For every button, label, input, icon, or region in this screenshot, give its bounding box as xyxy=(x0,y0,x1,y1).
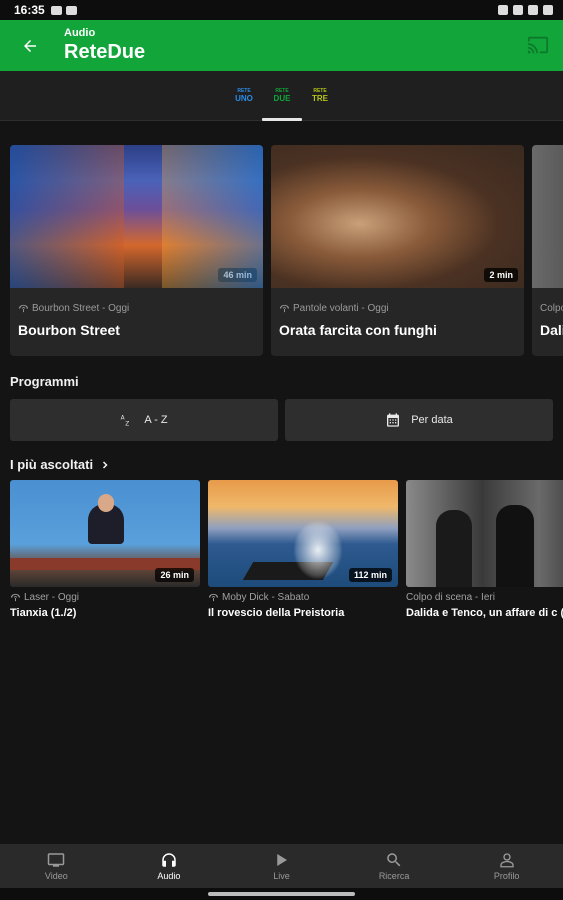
popular-card[interactable]: 15 Colpo di scena - Ieri Dalida e Tenco,… xyxy=(406,480,563,621)
duration-badge: 46 min xyxy=(218,268,257,282)
per-data-button[interactable]: Per data xyxy=(285,399,553,441)
battery-icon xyxy=(543,5,553,15)
status-bar: 16:35 xyxy=(0,0,563,20)
popular-image: 15 xyxy=(406,480,563,587)
featured-meta: Bourbon Street - Oggi xyxy=(18,303,129,314)
nav-audio[interactable]: Audio xyxy=(113,844,226,888)
nav-label: Ricerca xyxy=(378,871,410,881)
featured-title: Bourbon Street xyxy=(18,322,120,338)
popular-heading-link[interactable]: I più ascoltati xyxy=(10,457,111,472)
podcast-icon xyxy=(279,304,290,313)
popular-meta: Moby Dick - Sabato xyxy=(208,592,398,603)
popular-meta: Laser - Oggi xyxy=(10,592,200,603)
notification-icon xyxy=(50,5,62,15)
featured-meta: Pantole volanti - Oggi xyxy=(279,303,389,314)
svg-text:Z: Z xyxy=(126,421,130,427)
calendar-icon xyxy=(387,413,400,427)
image-detail xyxy=(436,510,472,587)
search-icon xyxy=(387,853,401,867)
nav-label: Audio xyxy=(157,871,181,881)
featured-meta-text: Bourbon Street - Oggi xyxy=(32,303,130,314)
arrow-left-icon xyxy=(24,39,36,52)
podcast-icon xyxy=(18,304,29,313)
tab-indicator xyxy=(262,118,302,121)
featured-title: Orata farcita con funghi xyxy=(279,322,437,338)
cast-icon[interactable] xyxy=(527,34,549,56)
featured-image: 2 min xyxy=(271,145,524,288)
popular-card[interactable]: 112 min Moby Dick - Sabato Il rovescio d… xyxy=(208,480,398,621)
nav-live[interactable]: Live xyxy=(225,844,338,888)
status-time: 16:35 xyxy=(14,3,45,17)
podcast-icon xyxy=(208,593,219,602)
nav-label: Live xyxy=(273,871,290,881)
az-button-label: A - Z xyxy=(144,414,168,426)
play-icon xyxy=(277,854,288,866)
app-title: ReteDue xyxy=(64,41,146,63)
svg-text:A: A xyxy=(121,415,125,421)
popular-card[interactable]: 26 min Laser - Oggi Tianxia (1./2) xyxy=(10,480,200,621)
image-detail xyxy=(98,494,114,512)
popular-meta-text: Laser - Oggi xyxy=(24,592,80,603)
popular-image: 26 min xyxy=(10,480,200,587)
popular-heading: I più ascoltati xyxy=(10,457,94,472)
status-icons xyxy=(498,5,553,15)
channel-tabs: RETE UNO RETE DUE RETE TRE xyxy=(0,71,563,121)
gesture-area xyxy=(0,888,563,900)
popular-title: Tianxia (1./2) xyxy=(10,607,77,619)
bottom-navigation: Video Audio Live Ricerca Profilo xyxy=(0,844,563,888)
programmi-heading: Programmi xyxy=(10,374,79,389)
image-detail xyxy=(293,520,343,580)
tab-retetre[interactable]: RETE TRE xyxy=(309,88,331,105)
nav-label: Video xyxy=(44,871,68,881)
nav-ricerca[interactable]: Ricerca xyxy=(338,844,451,888)
popular-meta: Colpo di scena - Ieri xyxy=(406,592,563,603)
wifi-icon xyxy=(528,5,538,15)
headphones-icon xyxy=(162,853,176,867)
popular-meta-text: Moby Dick - Sabato xyxy=(222,592,310,603)
home-gesture-bar[interactable] xyxy=(208,892,355,896)
featured-card[interactable]: 46 min Bourbon Street - Oggi Bourbon Str… xyxy=(10,145,263,356)
az-button[interactable]: A Z A - Z xyxy=(10,399,278,441)
duration-badge: 26 min xyxy=(155,568,194,582)
popular-image: 112 min xyxy=(208,480,398,587)
channel-label: DUE xyxy=(273,94,291,103)
mute-icon xyxy=(513,5,523,15)
tab-reteuno[interactable]: RETE UNO xyxy=(233,88,255,105)
tab-retedue[interactable]: RETE DUE xyxy=(271,88,293,105)
vibrate-icon xyxy=(498,5,508,15)
popular-meta-text: Colpo di scena - Ieri xyxy=(406,592,495,603)
chevron-right-icon xyxy=(103,460,108,469)
featured-title: Dali xyxy=(540,322,563,338)
featured-meta-text: Colpo xyxy=(540,303,563,314)
image-detail xyxy=(496,505,534,587)
person-icon xyxy=(499,853,514,868)
popular-title: Dalida e Tenco, un affare di c (2./10) xyxy=(406,607,563,619)
featured-image xyxy=(532,145,563,288)
featured-card[interactable]: 2 min Pantole volanti - Oggi Orata farci… xyxy=(271,145,524,356)
app-titles: Audio ReteDue xyxy=(64,27,145,64)
popular-title: Il rovescio della Preistoria xyxy=(208,607,345,619)
featured-card[interactable]: Colpo Dali xyxy=(532,145,563,356)
app-subtitle: Audio xyxy=(64,27,96,39)
featured-image: 46 min xyxy=(10,145,263,288)
nav-video[interactable]: Video xyxy=(0,844,113,888)
featured-meta-text: Pantole volanti - Oggi xyxy=(293,303,389,314)
nav-profilo[interactable]: Profilo xyxy=(450,844,563,888)
nav-label: Profilo xyxy=(493,871,520,881)
channel-label: TRE xyxy=(312,94,328,103)
featured-carousel: 46 min Bourbon Street - Oggi Bourbon Str… xyxy=(10,145,563,357)
podcast-icon xyxy=(10,593,21,602)
tv-icon xyxy=(48,853,65,867)
app-bar: Audio ReteDue xyxy=(0,20,563,71)
duration-badge: 2 min xyxy=(484,268,518,282)
sort-az-icon: A Z xyxy=(121,415,130,427)
per-data-button-label: Per data xyxy=(411,414,453,426)
notification-icon xyxy=(65,5,77,15)
back-button[interactable] xyxy=(0,20,60,71)
duration-badge: 112 min xyxy=(348,568,392,582)
featured-meta: Colpo xyxy=(540,303,563,314)
channel-label: UNO xyxy=(235,94,253,103)
popular-carousel: 26 min Laser - Oggi Tianxia (1./2) 112 m… xyxy=(10,480,563,640)
